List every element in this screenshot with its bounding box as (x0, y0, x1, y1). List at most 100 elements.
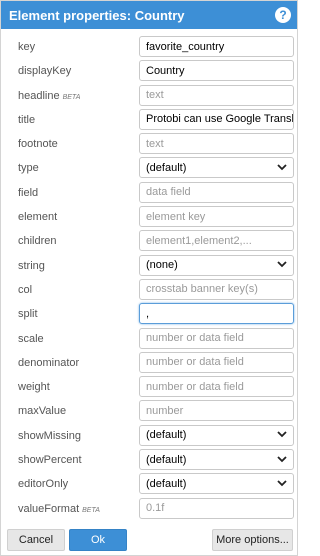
property-label-text: headline (18, 89, 60, 102)
input-weight[interactable]: number or data field (139, 376, 294, 398)
more-options-button[interactable]: More options... (212, 529, 293, 551)
field-placeholder: element key (146, 210, 206, 223)
select-string[interactable]: (none) (139, 254, 294, 276)
select-showPercent[interactable]: (default) (139, 449, 294, 471)
field-value: (none) (146, 259, 178, 272)
field-placeholder: data field (146, 186, 191, 199)
property-label-text: col (18, 283, 33, 296)
cancel-button[interactable]: Cancel (7, 529, 65, 551)
select-showMissing[interactable]: (default) (139, 424, 294, 446)
property-label-title: title (18, 114, 35, 126)
property-rows: key favorite_country displayKey Country head… (1, 35, 299, 521)
input-headline[interactable]: text (139, 84, 294, 106)
select-editorOnly[interactable]: (default) (139, 473, 294, 495)
input-displayKey[interactable]: Country (139, 60, 294, 82)
chevron-down-icon (277, 454, 287, 466)
field-value: Protobi can use Google Transl (146, 113, 294, 126)
input-key[interactable]: favorite_country (139, 36, 294, 57)
property-row-split: split, (1, 302, 299, 326)
element-properties-dialog: Element properties: Country ? key favorit… (0, 0, 298, 556)
field-placeholder: text (146, 137, 164, 150)
input-col[interactable]: crosstab banner key(s) (139, 278, 294, 300)
property-row-maxValue: maxValue number (1, 399, 299, 423)
field-value: (default) (146, 453, 187, 466)
input-element[interactable]: element key (139, 206, 294, 228)
property-label-text: denominator (18, 356, 80, 369)
property-row-string: string (none) (1, 254, 299, 278)
chevron-down-icon (277, 259, 287, 271)
property-label-field: field (18, 187, 38, 199)
field-value: Country (146, 64, 185, 77)
property-row-key: key favorite_country (1, 35, 299, 59)
field-placeholder: number or data field (146, 356, 244, 369)
property-label-denominator: denominator (18, 357, 79, 369)
property-label-text: title (18, 113, 36, 126)
property-label-text: editorOnly (18, 478, 69, 491)
chevron-down-icon (277, 162, 287, 174)
property-row-displayKey: displayKey Country (1, 59, 299, 83)
dialog-footer: Cancel Ok More options... (1, 527, 299, 555)
field-value: (default) (146, 429, 187, 442)
property-label-string: string (18, 260, 45, 272)
property-label-text: key (18, 41, 36, 53)
ok-button[interactable]: Ok (69, 529, 127, 551)
property-row-col: col crosstab banner key(s) (1, 278, 299, 302)
property-row-valueFormat: valueFormat BETA 0.1f (1, 497, 299, 521)
property-row-showPercent: showPercent (default) (1, 448, 299, 472)
chevron-down-icon (277, 478, 287, 490)
property-label-scale: scale (18, 333, 44, 345)
select-type[interactable]: (default) (139, 157, 294, 179)
property-row-weight: weight number or data field (1, 375, 299, 399)
property-label-text: footnote (18, 138, 58, 151)
input-scale[interactable]: number or data field (139, 327, 294, 349)
property-label-showMissing: showMissing (18, 430, 81, 442)
property-row-editorOnly: editorOnly (default) (1, 472, 299, 496)
chevron-down-icon (277, 429, 287, 441)
property-label-col: col (18, 284, 32, 296)
field-placeholder: element1,element2,... (146, 234, 252, 247)
dialog-title: Element properties: Country (9, 7, 185, 23)
property-label-text: showMissing (18, 429, 81, 442)
property-label-showPercent: showPercent (18, 454, 82, 466)
property-label-footnote: footnote (18, 138, 58, 150)
property-label-text: children (18, 235, 57, 248)
input-field[interactable]: data field (139, 181, 294, 203)
property-label-text: split (18, 308, 38, 321)
property-label-weight: weight (18, 381, 50, 393)
property-label-text: weight (18, 381, 50, 394)
property-label-displayKey: displayKey (18, 65, 71, 77)
property-label-text: showPercent (18, 454, 82, 467)
dialog-titlebar: Element properties: Country ? (1, 1, 297, 29)
input-title[interactable]: Protobi can use Google Transl (139, 108, 294, 130)
help-icon[interactable]: ? (275, 7, 291, 23)
field-value: (default) (146, 477, 187, 490)
input-denominator[interactable]: number or data field (139, 351, 294, 373)
field-placeholder: number or data field (146, 380, 244, 393)
property-label-text: maxValue (18, 405, 67, 418)
property-label-maxValue: maxValue (18, 405, 66, 417)
property-row-element: element element key (1, 205, 299, 229)
property-label-editorOnly: editorOnly (18, 478, 68, 490)
property-label-text: scale (18, 332, 44, 345)
input-children[interactable]: element1,element2,... (139, 230, 294, 252)
property-row-type: type (default) (1, 156, 299, 180)
property-label-split: split (18, 308, 38, 320)
input-valueFormat[interactable]: 0.1f (139, 497, 294, 519)
input-footnote[interactable]: text (139, 133, 294, 155)
input-split[interactable]: , (139, 303, 294, 325)
property-label-key: key (18, 41, 35, 53)
property-row-headline: headline BETA text (1, 84, 299, 108)
beta-tag: BETA (82, 506, 100, 514)
field-value: favorite_country (146, 40, 225, 53)
property-label-text: displayKey (18, 65, 72, 78)
field-placeholder: number or data field (146, 332, 244, 345)
property-label-children: children (18, 235, 57, 247)
field-value: (default) (146, 161, 187, 174)
property-row-title: title Protobi can use Google Transl (1, 108, 299, 132)
property-row-field: field data field (1, 181, 299, 205)
property-label-text: string (18, 259, 45, 272)
field-placeholder: number (146, 404, 184, 417)
property-label-text: type (18, 162, 39, 175)
property-row-footnote: footnote text (1, 132, 299, 156)
input-maxValue[interactable]: number (139, 400, 294, 422)
